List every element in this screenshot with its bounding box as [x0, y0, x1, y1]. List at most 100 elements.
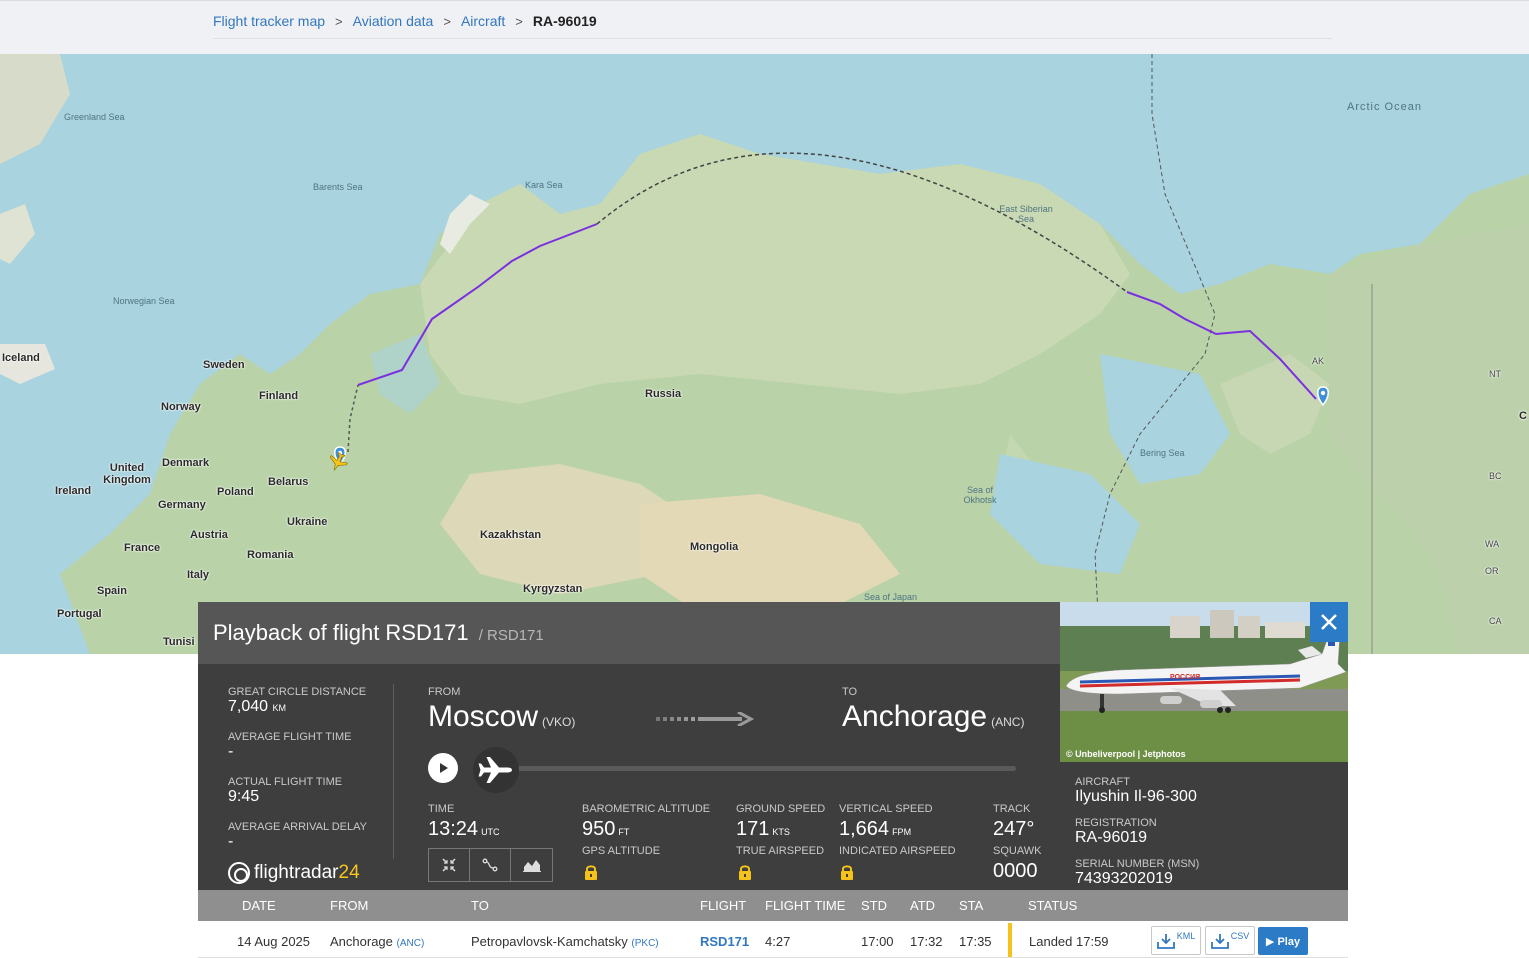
breadcrumb-aircraft[interactable]: Aircraft — [461, 13, 505, 29]
stat-value-avg-time: - — [228, 743, 234, 760]
breadcrumb-flight-tracker-map[interactable]: Flight tracker map — [213, 13, 325, 29]
photo-credit[interactable]: © Unbeliverpool | Jetphotos — [1066, 749, 1186, 759]
column-header-flight-time[interactable]: FLIGHT TIME — [765, 898, 845, 913]
close-button[interactable] — [1310, 602, 1348, 642]
row-from-city: Anchorage — [330, 934, 393, 949]
column-header-std[interactable]: STD — [861, 898, 887, 913]
graph-icon — [522, 860, 541, 872]
to-city-name: Anchorage — [842, 700, 988, 733]
row-to-code[interactable]: (PKC) — [631, 938, 658, 949]
table-row[interactable]: 14 Aug 2025 Anchorage (ANC) Petropavlovs… — [198, 921, 1348, 958]
aircraft-panel: РОССИЯ © Unbeliverpool | Jetphotos AIRCR… — [1060, 602, 1348, 890]
map-label-east-siberian-sea: East Siberian Sea — [999, 204, 1053, 224]
breadcrumb-aviation-data[interactable]: Aviation data — [353, 13, 434, 29]
column-header-sta[interactable]: STA — [959, 898, 983, 913]
serial-number-label: SERIAL NUMBER (MSN) — [1075, 858, 1200, 870]
collapse-arrows-icon — [442, 858, 456, 872]
time-unit: UTC — [481, 827, 500, 837]
flight-stats: GREAT CIRCLE DISTANCE 7,040 KM AVERAGE F… — [228, 686, 398, 866]
row-flight-link[interactable]: RSD171 — [700, 934, 749, 949]
from-code: (VKO) — [542, 715, 576, 729]
play-icon — [440, 763, 448, 773]
column-header-flight[interactable]: FLIGHT — [700, 898, 746, 913]
csv-label: CSV — [1230, 930, 1250, 941]
map-label-wa: WA — [1485, 539, 1500, 549]
map-label-portugal: Portugal — [57, 608, 102, 620]
map-label-kara-sea: Kara Sea — [525, 180, 563, 190]
row-to-city: Petropavlovsk-Kamchatsky — [471, 934, 628, 949]
status-indicator — [1008, 923, 1012, 957]
map-label-nt: NT — [1489, 369, 1501, 379]
map-label-or: OR — [1485, 566, 1499, 576]
row-from-code[interactable]: (ANC) — [397, 938, 425, 949]
breadcrumb-separator: > — [335, 13, 343, 29]
gps-alt-label: GPS ALTITUDE — [582, 845, 661, 857]
time-label: TIME — [428, 803, 455, 815]
play-flight-button[interactable]: ▶ Play — [1258, 927, 1308, 955]
route-view-button[interactable] — [470, 849, 511, 881]
true-airspeed-label: TRUE AIRSPEED — [736, 845, 825, 857]
vertical-speed-value: 1,664 FPM — [839, 818, 911, 841]
stat-label: AVERAGE FLIGHT TIME — [228, 731, 352, 743]
registration-value: RA-96019 — [1075, 829, 1148, 846]
column-header-atd[interactable]: ATD — [910, 898, 935, 913]
map-label-sea-of-japan: Sea of Japan — [864, 592, 918, 602]
collapse-view-button[interactable] — [429, 849, 470, 881]
breadcrumb-separator: > — [515, 13, 523, 29]
aircraft-info: AIRCRAFT Ilyushin Il-96-300 REGISTRATION… — [1075, 776, 1199, 899]
ground-speed-unit: KTS — [772, 827, 790, 837]
map-label-kazakhstan: Kazakhstan — [480, 529, 542, 541]
playback-title-text: Playback of flight RSD171 — [213, 620, 469, 645]
map-label-united-kingdom: United Kingdom — [103, 462, 151, 486]
plane-icon — [478, 757, 512, 783]
serial-number-value: 74393202019 — [1075, 870, 1173, 887]
aircraft-livery-text: РОССИЯ — [1170, 674, 1200, 681]
map-label-greenland-sea: Greenland Sea — [64, 112, 125, 122]
map-label-sweden: Sweden — [203, 359, 245, 371]
map-canvas — [0, 54, 1529, 654]
map-label-ireland: Ireland — [55, 485, 92, 497]
lock-icon — [585, 865, 597, 880]
map-label-germany: Germany — [158, 499, 206, 511]
aircraft-photo[interactable]: РОССИЯ © Unbeliverpool | Jetphotos — [1060, 602, 1348, 762]
map-label-mongolia: Mongolia — [690, 541, 739, 553]
column-header-from[interactable]: FROM — [330, 898, 368, 913]
row-status: Landed 17:59 — [1029, 934, 1109, 949]
from-label: FROM — [428, 686, 461, 698]
download-csv-button[interactable]: CSV — [1205, 926, 1255, 955]
stat-unit: KM — [272, 703, 287, 713]
column-header-date[interactable]: DATE — [242, 898, 276, 913]
flight-map[interactable]: Greenland Sea Barents Sea Kara Sea East … — [0, 54, 1529, 654]
stat-label: GREAT CIRCLE DISTANCE — [228, 686, 367, 698]
playback-timeline[interactable] — [498, 766, 1016, 771]
kml-label: KML — [1176, 930, 1196, 941]
breadcrumb: Flight tracker map > Aviation data > Air… — [213, 11, 597, 31]
row-std: 17:00 — [861, 934, 894, 949]
close-icon — [1321, 614, 1337, 630]
column-header-to[interactable]: TO — [471, 898, 489, 913]
view-controls — [428, 848, 553, 882]
map-label-italy: Italy — [187, 569, 210, 581]
aircraft-type-value: Ilyushin Il-96-300 — [1075, 788, 1197, 805]
aircraft-photo-image: РОССИЯ — [1060, 602, 1348, 762]
breadcrumb-divider — [213, 38, 1332, 39]
indicated-airspeed-label: INDICATED AIRSPEED — [839, 845, 956, 857]
track-label: TRACK — [993, 803, 1031, 815]
ground-speed-text: 171 — [736, 818, 770, 840]
map-label-russia: Russia — [645, 388, 682, 400]
squawk-value: 0000 — [993, 860, 1038, 882]
map-label-denmark: Denmark — [162, 457, 210, 469]
map-label-arctic-ocean: Arctic Ocean — [1347, 101, 1422, 113]
timeline-handle[interactable] — [473, 747, 519, 793]
map-label-ca-edge: C — [1519, 410, 1527, 422]
baro-alt-value: 950 FT — [582, 818, 629, 841]
map-label-bc: BC — [1489, 471, 1502, 481]
column-header-status[interactable]: STATUS — [1028, 898, 1077, 913]
download-kml-button[interactable]: KML — [1151, 926, 1201, 955]
play-button[interactable] — [428, 753, 458, 783]
altitude-graph-button[interactable] — [511, 849, 552, 881]
playback-subtitle: / RSD171 — [478, 627, 544, 644]
logo-number: 24 — [338, 862, 360, 883]
ground-speed-value: 171 KTS — [736, 818, 790, 841]
registration-label: REGISTRATION — [1075, 817, 1157, 829]
